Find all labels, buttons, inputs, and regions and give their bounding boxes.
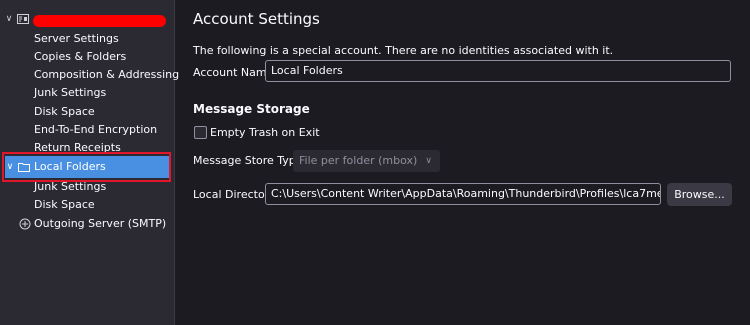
page-title: Account Settings xyxy=(193,10,320,28)
empty-trash-label[interactable]: Empty Trash on Exit xyxy=(210,126,320,139)
chevron-down-icon[interactable]: ∨ xyxy=(4,10,14,28)
sidebar-item-disk-space[interactable]: Disk Space xyxy=(0,103,174,121)
account-root-row[interactable]: ∨ xyxy=(0,10,174,28)
account-settings-pane: Account Settings The following is a spec… xyxy=(175,0,750,325)
sidebar-item-composition-addressing[interactable]: Composition & Addressing xyxy=(0,66,179,84)
sidebar-item-server-settings[interactable]: Server Settings xyxy=(0,30,174,48)
sidebar-item-outgoing-server[interactable]: Outgoing Server (SMTP) xyxy=(0,215,174,233)
sidebar-item-copies-folders[interactable]: Copies & Folders xyxy=(0,48,174,66)
store-type-value: File per folder (mbox) xyxy=(299,154,418,167)
redacted-account-name xyxy=(33,15,166,27)
local-directory-input[interactable]: C:\Users\Content Writer\AppData\Roaming\… xyxy=(265,183,661,205)
sidebar-item-return-receipts[interactable]: Return Receipts xyxy=(0,139,174,157)
account-name-input[interactable]: Local Folders xyxy=(265,60,731,82)
message-storage-heading: Message Storage xyxy=(193,102,310,116)
browse-button[interactable]: Browse... xyxy=(667,183,732,206)
empty-trash-checkbox[interactable] xyxy=(194,126,207,139)
sidebar-item-local-disk-space[interactable]: Disk Space xyxy=(0,196,174,214)
chevron-down-icon[interactable]: ∨ xyxy=(5,156,15,178)
store-type-label: Message Store Type: xyxy=(193,154,307,167)
folder-icon xyxy=(18,163,30,172)
chevron-down-icon: ∨ xyxy=(425,156,432,166)
server-icon xyxy=(19,218,31,230)
mail-account-icon xyxy=(17,14,29,24)
sidebar-item-end-to-end-encryption[interactable]: End-To-End Encryption xyxy=(0,121,174,139)
info-text: The following is a special account. Ther… xyxy=(193,44,614,57)
account-sidebar: ∨ Server Settings Copies & Folders Compo… xyxy=(0,0,179,325)
store-type-select[interactable]: File per folder (mbox) ∨ xyxy=(293,150,440,172)
sidebar-item-junk-settings[interactable]: Junk Settings xyxy=(0,84,174,102)
sidebar-item-local-junk-settings[interactable]: Junk Settings xyxy=(0,178,174,196)
sidebar-item-local-folders[interactable]: ∨ Local Folders xyxy=(5,156,169,178)
